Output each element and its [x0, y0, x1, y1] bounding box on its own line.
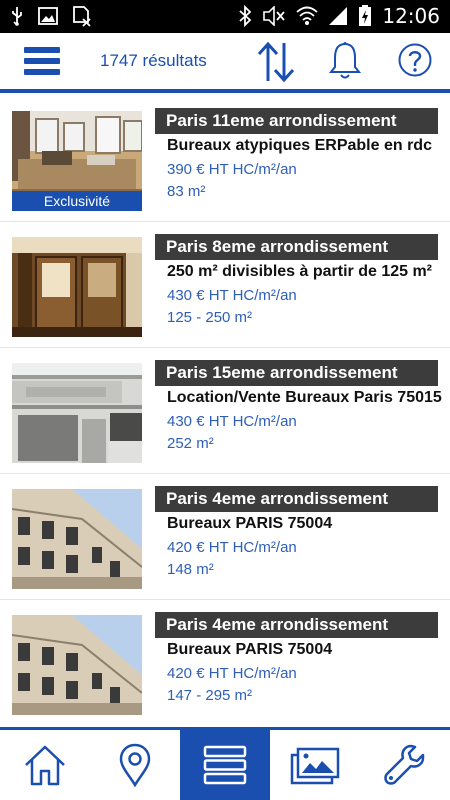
list-icon — [203, 745, 247, 785]
listing-area: 147 - 295 m² — [167, 687, 253, 704]
nav-map[interactable] — [90, 730, 180, 800]
nav-settings[interactable] — [360, 730, 450, 800]
menu-icon — [24, 47, 60, 53]
listing-district: Paris 11eme arrondissement — [155, 108, 438, 134]
clock: 12:06 — [382, 4, 440, 28]
listing-item[interactable]: Paris 4eme arrondissement Bureaux PARIS … — [0, 474, 450, 600]
help-button[interactable] — [398, 43, 432, 77]
listing-price: 420 € HT HC/m²/an — [167, 539, 297, 556]
results-count: 1747 résultats — [100, 51, 207, 70]
listing-photo — [12, 363, 142, 463]
listing-district: Paris 4eme arrondissement — [155, 612, 438, 638]
bluetooth-icon — [239, 5, 252, 27]
image-icon — [38, 7, 58, 25]
listing-photo — [12, 237, 142, 337]
listing-item[interactable]: Paris 4eme arrondissement Bureaux PARIS … — [0, 600, 450, 726]
listing-title: Location/Vente Bureaux Paris 75015 — [167, 389, 442, 406]
listing-title: Bureaux PARIS 75004 — [167, 515, 333, 532]
listing-photo — [12, 615, 142, 715]
exclusivity-badge: Exclusivité — [12, 191, 142, 211]
sort-icon — [257, 41, 295, 83]
listing-area: 125 - 250 m² — [167, 309, 253, 326]
listing-item[interactable]: Exclusivité Paris 11eme arrondissement B… — [0, 96, 450, 222]
notifications-button[interactable] — [328, 41, 362, 81]
listing-item[interactable]: Paris 8eme arrondissement 250 m² divisib… — [0, 222, 450, 348]
sort-button[interactable] — [256, 41, 296, 83]
gallery-icon — [290, 747, 340, 785]
signal-icon — [329, 7, 348, 25]
listing-price: 430 € HT HC/m²/an — [167, 413, 297, 430]
listing-photo — [12, 489, 142, 589]
nav-home[interactable] — [0, 730, 90, 800]
listing-price: 420 € HT HC/m²/an — [167, 665, 297, 682]
map-pin-icon — [119, 743, 151, 787]
toolbar: 1747 résultats — [0, 33, 450, 90]
listing-price: 390 € HT HC/m²/an — [167, 161, 297, 178]
usb-icon — [12, 7, 22, 26]
listing-photo: Exclusivité — [12, 111, 142, 211]
home-icon — [25, 745, 65, 786]
listing-item[interactable]: Paris 15eme arrondissement Location/Vent… — [0, 348, 450, 474]
listing-district: Paris 15eme arrondissement — [155, 360, 438, 386]
wifi-icon — [296, 6, 318, 25]
status-bar: 12:06 — [0, 0, 450, 33]
menu-button[interactable] — [24, 47, 60, 77]
menu-icon-bar — [24, 69, 60, 75]
listing-area: 148 m² — [167, 561, 214, 578]
listing-area: 252 m² — [167, 435, 214, 452]
listing-title: Bureaux atypiques ERPable en rdc — [167, 137, 432, 154]
bottom-nav — [0, 730, 450, 800]
listing-district: Paris 4eme arrondissement — [155, 486, 438, 512]
battery-icon — [359, 5, 372, 26]
menu-icon-bar — [24, 58, 60, 64]
nav-gallery[interactable] — [270, 730, 360, 800]
bell-icon — [328, 42, 362, 79]
listing-title: Bureaux PARIS 75004 — [167, 641, 333, 658]
toolbar-divider — [0, 89, 450, 93]
listing-area: 83 m² — [167, 183, 206, 200]
mute-icon — [263, 6, 286, 26]
wrench-icon — [384, 744, 425, 785]
listing-price: 430 € HT HC/m²/an — [167, 287, 297, 304]
listing-district: Paris 8eme arrondissement — [155, 234, 438, 260]
listing-title: 250 m² divisibles à partir de 125 m² — [167, 263, 433, 280]
nav-list[interactable] — [180, 730, 270, 800]
help-icon — [398, 43, 432, 77]
sim-icon — [73, 6, 91, 27]
